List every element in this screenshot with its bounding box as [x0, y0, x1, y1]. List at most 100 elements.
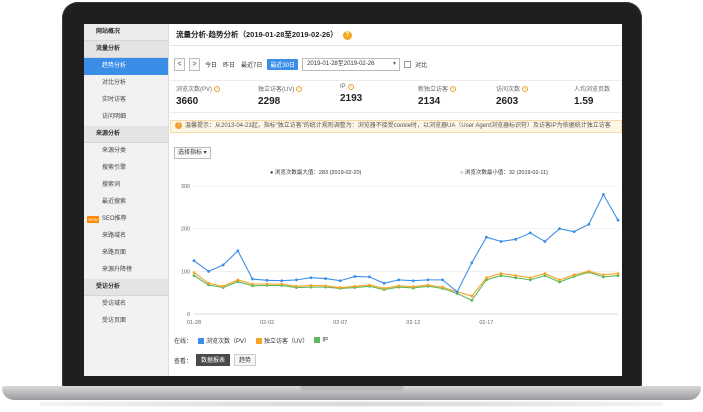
metric-label: 浏览次数(PV)	[176, 87, 213, 93]
data-point	[543, 240, 547, 243]
help-icon[interactable]: ?	[342, 30, 352, 40]
data-point	[572, 273, 576, 277]
sidebar-item-visited-domain[interactable]: 受访域名	[84, 296, 168, 313]
data-point	[426, 278, 430, 282]
notice-text: 温馨提示：从2013-04-23起，指标“独立访客”的统计规则调整为：浏览器不接…	[185, 123, 611, 129]
info-icon[interactable]: ?	[347, 84, 354, 90]
metric-pv: 浏览次数(PV)? 3660	[176, 84, 221, 107]
sidebar-item-source-rank[interactable]: 来源升降榜	[84, 262, 168, 279]
data-point	[514, 237, 518, 241]
prev-button[interactable]: <	[174, 57, 185, 71]
sidebar-item-search-engine[interactable]: 搜索引擎	[84, 160, 168, 177]
data-point	[616, 218, 620, 222]
legend-swatch	[198, 338, 205, 345]
info-icon[interactable]: ?	[214, 85, 221, 92]
data-point	[294, 284, 298, 288]
data-point	[572, 230, 576, 234]
data-point	[601, 193, 605, 196]
metric-label: 人均浏览页数	[574, 87, 611, 93]
data-point	[397, 278, 401, 282]
sidebar-group-traffic[interactable]: 流量分析	[84, 41, 168, 58]
data-point	[528, 276, 532, 280]
laptop-shadow	[40, 401, 663, 407]
data-point	[192, 274, 196, 277]
legend-swatch	[314, 337, 321, 344]
chart-legend: 在线： 浏览次数（PV） 独立访客（UV） IP	[174, 336, 328, 345]
metric-label: IP	[340, 84, 346, 90]
sidebar-item-label: SEO推荐	[102, 216, 127, 222]
sidebar-item-compare[interactable]: 对比分析	[84, 75, 168, 92]
data-point	[221, 284, 225, 288]
data-point	[236, 249, 240, 253]
y-tick-label: 200	[181, 227, 190, 233]
legend-swatch	[256, 338, 263, 345]
data-point	[382, 281, 386, 285]
sidebar-item-trend[interactable]: 趋势分析	[84, 58, 168, 75]
data-point	[587, 223, 591, 226]
legend-prefix: 在线：	[174, 339, 193, 345]
tab-trend[interactable]: 趋势	[234, 354, 257, 366]
data-point	[499, 272, 503, 275]
data-point	[294, 278, 298, 282]
tabs-prefix: 查看：	[174, 358, 193, 365]
data-point	[207, 269, 211, 273]
quick-7days[interactable]: 最近7日	[240, 60, 263, 69]
sidebar-group-visited[interactable]: 受访分析	[84, 279, 168, 296]
y-tick-label: 0	[187, 312, 190, 318]
metric-uv: 独立访客(UV)? 2298	[258, 84, 303, 107]
date-range-value: 2019-01-28至2019-02-26	[307, 60, 375, 67]
data-point	[280, 282, 284, 286]
compare-checkbox[interactable]	[404, 60, 412, 68]
quick-30days[interactable]: 最近30日	[267, 58, 299, 70]
x-tick-label: 02-12	[406, 320, 420, 326]
data-point	[353, 275, 357, 278]
sidebar-item-visit-detail[interactable]: 访问明细	[84, 109, 168, 126]
trend-chart: 0 100 200 300 01-28 02-02 02-07 02-12 02-17 ● 浏览次…	[181, 168, 620, 326]
data-point	[470, 261, 474, 265]
metric-label: 新独立访客	[418, 87, 449, 93]
sidebar-group-source[interactable]: 来源分析	[84, 126, 168, 143]
info-icon[interactable]: ?	[522, 85, 529, 92]
data-point	[221, 263, 225, 267]
sidebar-item-visited-page[interactable]: 受访页面	[84, 313, 168, 330]
data-point	[455, 290, 459, 294]
metric-visits: 访问次数? 2603	[496, 84, 529, 107]
data-point	[441, 278, 444, 282]
legend-ip[interactable]: IP	[314, 337, 328, 344]
data-point	[528, 231, 532, 235]
quick-yesterday[interactable]: 昨日	[222, 60, 236, 69]
metric-label: 访问次数	[496, 87, 521, 93]
sidebar-item-search-word[interactable]: 搜索词	[84, 177, 168, 194]
sidebar-item-realtime[interactable]: 实时访客	[84, 92, 168, 109]
sidebar-item-recent-search[interactable]: 最近搜索	[84, 194, 168, 211]
metrics-row: 浏览次数(PV)? 3660 独立访客(UV)? 2298 IP? 2193 新…	[170, 80, 622, 113]
x-tick-label: 02-07	[333, 320, 347, 326]
date-range-select[interactable]: 2019-01-28至2019-02-26 ▾	[302, 57, 401, 71]
data-point	[485, 276, 488, 280]
metric-value: 2603	[496, 96, 519, 107]
sidebar-item-seo[interactable]: NEW SEO推荐	[84, 211, 168, 228]
page-title-bar: 流量分析-趋势分析（2019-01-28至2019-02-26） ?	[170, 24, 622, 46]
x-tick-label: 01-28	[187, 320, 201, 326]
laptop-screen: 网站概况 流量分析 趋势分析 对比分析 实时访客 访问明细 来源分析 来源分类 …	[84, 24, 622, 376]
legend-label: 浏览次数（PV）	[206, 339, 251, 345]
data-point	[192, 271, 196, 275]
sidebar-item-source-category[interactable]: 来源分类	[84, 143, 168, 160]
sidebar-item-referrer-page[interactable]: 来路页面	[84, 245, 168, 262]
info-icon[interactable]: ?	[450, 85, 457, 92]
metric-ip: IP? 2193	[340, 84, 362, 104]
main-content: 流量分析-趋势分析（2019-01-28至2019-02-26） ? < > 今…	[170, 24, 622, 376]
next-button[interactable]: >	[189, 57, 200, 71]
sidebar-overview[interactable]: 网站概况	[84, 24, 168, 41]
metric-select-dropdown[interactable]: 选择指标 ▾	[174, 147, 211, 159]
quick-today[interactable]: 今日	[204, 60, 218, 69]
compare-label: 对比	[415, 62, 428, 69]
data-point	[368, 275, 371, 279]
info-icon[interactable]: ?	[296, 85, 303, 92]
legend-uv[interactable]: 独立访客（UV）	[256, 336, 308, 345]
legend-label: IP	[322, 337, 329, 344]
legend-pv[interactable]: 浏览次数（PV）	[198, 336, 250, 345]
tab-data-report[interactable]: 数据报表	[196, 354, 231, 366]
chevron-down-icon: ▾	[393, 60, 397, 67]
sidebar-item-referrer-domain[interactable]: 来路域名	[84, 228, 168, 245]
